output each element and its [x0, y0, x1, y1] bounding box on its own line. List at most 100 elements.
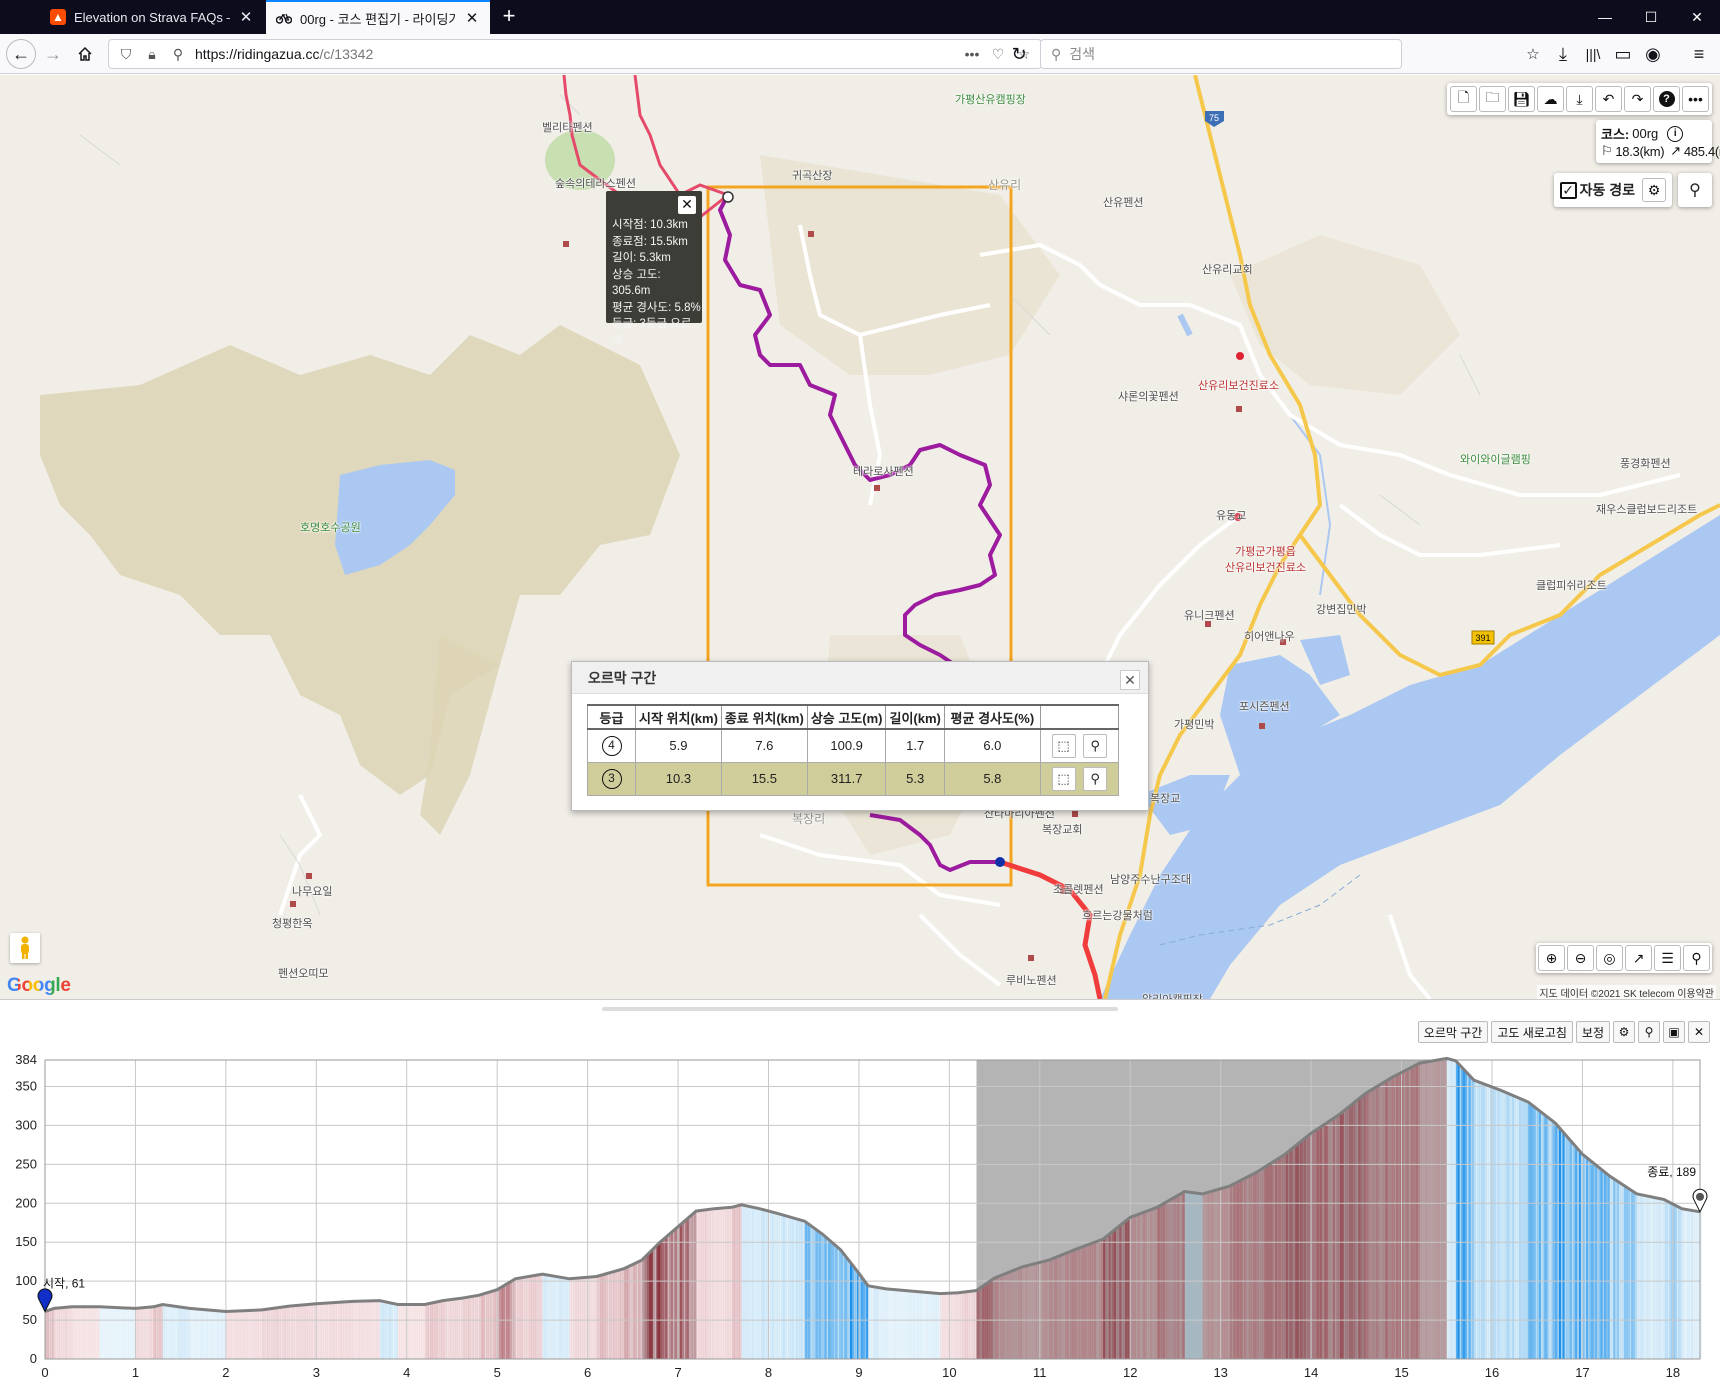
slope-stripe [272, 1308, 276, 1359]
resize-handle[interactable] [602, 1007, 1118, 1011]
slope-stripe [1135, 1215, 1138, 1359]
open-folder-icon[interactable]: 🗀 [1479, 86, 1506, 112]
forward-button[interactable]: → [38, 39, 68, 69]
slope-stripe [479, 1295, 482, 1359]
slope-stripe [59, 1307, 62, 1359]
slope-stripe [1676, 1205, 1679, 1359]
slope-stripe [1497, 1089, 1500, 1359]
page-actions-icon[interactable]: ••• [963, 46, 981, 62]
url-text[interactable]: https://ridingazua.cc/c/13342 [195, 46, 955, 62]
slope-stripe [672, 1231, 675, 1359]
new-tab-button[interactable]: + [496, 4, 522, 30]
slope-stripe [593, 1276, 596, 1359]
downloads-icon[interactable]: ⤓ [1548, 39, 1578, 69]
slope-stripe [1412, 1066, 1415, 1359]
slope-stripe [1274, 1160, 1278, 1359]
shield-icon[interactable]: ⛉ [117, 46, 135, 63]
zoom-icon[interactable]: ⚲ [1083, 766, 1108, 791]
slope-stripe [475, 1295, 478, 1359]
select-range-icon[interactable]: ⬚ [1051, 766, 1076, 791]
info-icon[interactable]: i [1667, 125, 1684, 142]
map-marker-icon[interactable]: ⚲ [1683, 945, 1710, 971]
slope-stripe [611, 1272, 614, 1359]
image-export-icon[interactable]: ▣ [1663, 1021, 1685, 1043]
close-icon[interactable]: ✕ [1688, 1021, 1710, 1043]
slope-stripe [1305, 1137, 1308, 1359]
climb-segments-button[interactable]: 오르막 구간 [1417, 1021, 1489, 1043]
slope-stripe [1430, 1061, 1433, 1359]
checkbox-checked-icon[interactable]: ✓ [1559, 181, 1577, 199]
table-cell: 5.9 [635, 728, 722, 763]
map-attribution[interactable]: 지도 데이터 ©2021 SK telecom 이용약관 [1537, 985, 1716, 999]
slope-stripe [945, 1293, 948, 1359]
slope-stripe [925, 1292, 928, 1359]
slope-stripe [1283, 1154, 1287, 1359]
locate-icon[interactable]: ◎ [1596, 945, 1623, 971]
slope-stripe [1622, 1184, 1625, 1359]
refresh-elevation-button[interactable]: 고도 새로고침 [1491, 1021, 1573, 1043]
cloud-upload-icon[interactable]: ☁ [1537, 86, 1564, 112]
undo-icon[interactable]: ↶ [1595, 86, 1622, 112]
close-tab-icon[interactable]: ✕ [238, 8, 254, 26]
slope-stripe [1202, 1193, 1205, 1359]
tab-course-editor[interactable]: 00rg - 코스 편집기 - 라이딩가 ✕ [266, 0, 490, 34]
close-tab-icon[interactable]: ✕ [464, 9, 480, 27]
new-file-icon[interactable]: 🗋 [1450, 86, 1477, 112]
home-button[interactable] [70, 39, 100, 69]
elevation-chart[interactable]: 0501001502002503003503840 1 2 3 4 5 6 7 8 9 10 11 12… [0, 1046, 1720, 1396]
sidebar-icon[interactable]: ▭ [1608, 39, 1638, 69]
slope-stripe [705, 1209, 708, 1359]
select-range-icon[interactable]: ⬚ [1051, 733, 1076, 758]
table-row-selected[interactable]: 3 10.3 15.5 311.7 5.3 5.8 ⬚ ⚲ [587, 761, 1119, 796]
slope-stripe [338, 1302, 341, 1359]
slope-stripe [1396, 1075, 1399, 1359]
street-view-pegman-icon[interactable] [10, 933, 40, 963]
correct-button[interactable]: 보정 [1575, 1021, 1610, 1043]
account-icon[interactable]: ◉ [1638, 39, 1668, 69]
slope-stripe [1155, 1207, 1158, 1359]
zoom-icon[interactable]: ⚲ [1083, 733, 1108, 758]
gear-icon[interactable]: ⚙ [1642, 178, 1666, 202]
map-search-button[interactable]: ⚲ [1678, 173, 1712, 207]
more-icon[interactable]: ••• [1682, 86, 1709, 112]
menu-icon[interactable]: ≡ [1684, 39, 1714, 69]
starred-icon[interactable]: ☆ [1518, 39, 1548, 69]
maximize-icon[interactable]: ☐ [1628, 0, 1674, 34]
download-icon[interactable]: ⤓ [1566, 86, 1593, 112]
map-marker-icon[interactable]: ⚲ [1638, 1021, 1660, 1043]
search-bar[interactable]: ⚲ 검색 [1040, 39, 1402, 69]
library-icon[interactable]: |||\ [1578, 39, 1608, 69]
table-row[interactable]: 4 5.9 7.6 100.9 1.7 6.0 ⬚ ⚲ [587, 728, 1119, 763]
dialog-close-icon[interactable]: ✕ [1120, 670, 1140, 690]
elevation-graph-icon[interactable]: ↗ [1625, 945, 1652, 971]
layers-icon[interactable]: ☰ [1654, 945, 1681, 971]
slope-stripe [1079, 1247, 1082, 1359]
map-view[interactable]: 75 391 벨리타펜션 숲속의테라스펜션 귀곡산장 가평산유캠핑장 산유리 산… [0, 75, 1720, 999]
slope-stripe [918, 1291, 921, 1359]
save-icon[interactable]: 💾︎ [1508, 86, 1535, 112]
slope-stripe [345, 1301, 348, 1359]
url-bar[interactable]: ⛉ 🔒︎ ⚲ https://ridingazua.cc/c/13342 •••… [108, 39, 1042, 69]
slope-stripe [732, 1207, 735, 1359]
gear-icon[interactable]: ⚙ [1613, 1021, 1635, 1043]
tooltip-close-icon[interactable]: ✕ [678, 196, 696, 214]
reload-button[interactable]: ↻ [1004, 39, 1034, 69]
slope-stripe [1689, 1209, 1692, 1359]
slope-stripe [328, 1302, 332, 1359]
slope-stripe [1092, 1243, 1095, 1359]
zoom-out-icon[interactable]: ⊖ [1567, 945, 1594, 971]
permissions-icon[interactable]: ⚲ [169, 46, 187, 63]
slope-stripe [638, 1261, 641, 1359]
y-tick-label: 0 [30, 1351, 37, 1366]
help-icon[interactable]: ? [1653, 86, 1680, 112]
redo-icon[interactable]: ↷ [1624, 86, 1651, 112]
zoom-in-icon[interactable]: ⊕ [1538, 945, 1565, 971]
minimize-icon[interactable]: — [1582, 0, 1628, 34]
lock-icon[interactable]: 🔒︎ [143, 46, 161, 63]
auto-route-toggle[interactable]: ✓ 자동 경로 ⚙ [1553, 173, 1672, 207]
tab-strava-faq[interactable]: ▲ Elevation on Strava FAQs – St ✕ [40, 0, 264, 34]
window-close-icon[interactable]: ✕ [1674, 0, 1720, 34]
slope-stripe [1419, 1063, 1422, 1359]
search-placeholder: 검색 [1069, 46, 1096, 62]
back-button[interactable]: ← [6, 39, 36, 69]
